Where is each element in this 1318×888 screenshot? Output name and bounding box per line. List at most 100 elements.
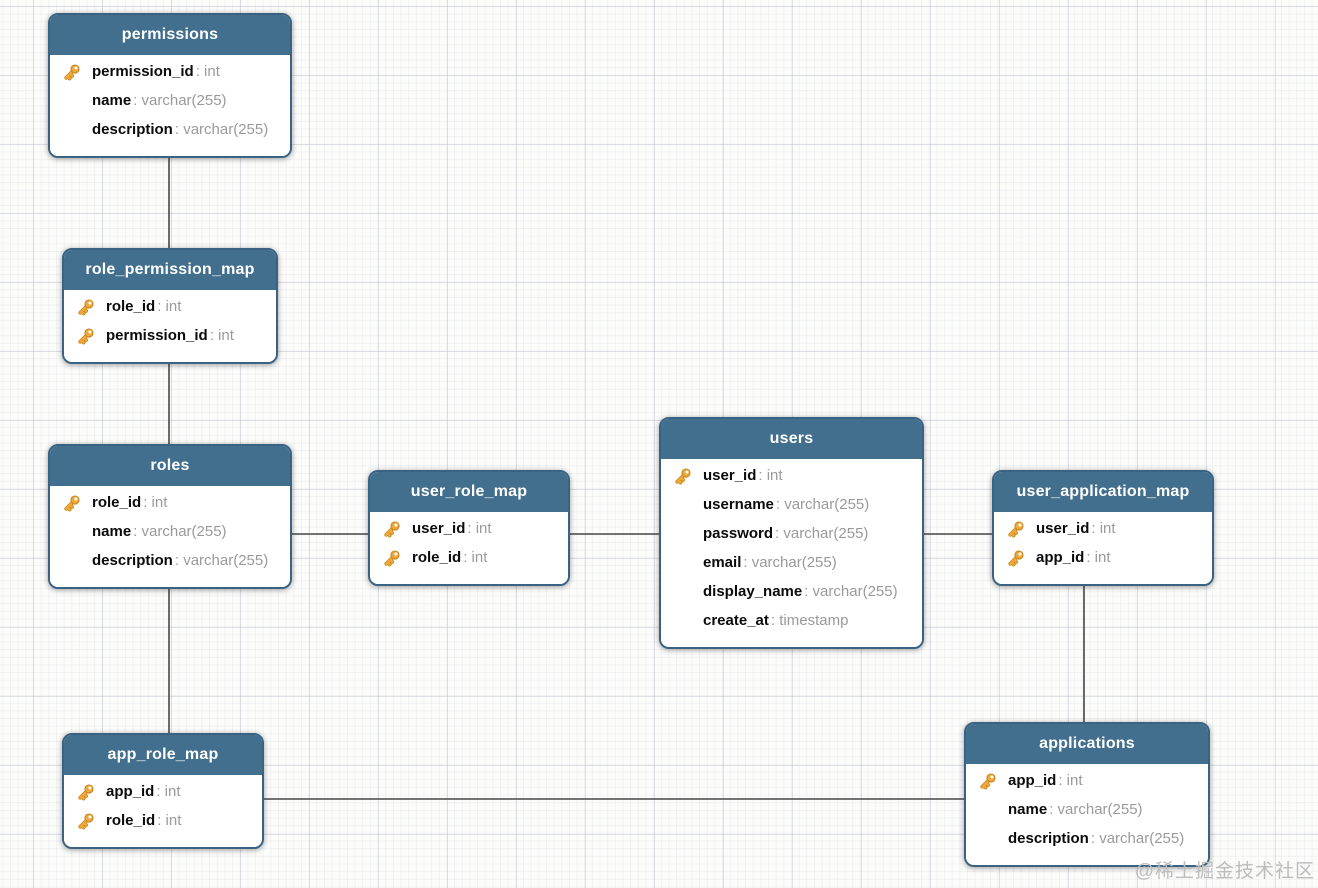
field-type: : int — [1058, 772, 1083, 789]
field-row[interactable]: username: varchar(255) — [661, 490, 922, 519]
field-row[interactable]: name: varchar(255) — [50, 517, 290, 546]
field-type: : int — [467, 520, 492, 537]
field-row[interactable]: password: varchar(255) — [661, 519, 922, 548]
field-type: : int — [463, 549, 488, 566]
primary-key-icon — [674, 467, 703, 485]
field-row[interactable]: description: varchar(255) — [50, 546, 290, 575]
field-name: role_id — [106, 812, 156, 829]
primary-key-icon — [383, 520, 412, 538]
table-header[interactable]: users — [661, 419, 922, 459]
table-body: app_id: int role_id: int — [64, 775, 262, 847]
field-name: app_id — [1008, 772, 1057, 789]
table-body: user_id: int role_id: int — [370, 512, 568, 584]
field-row[interactable]: permission_id: int — [64, 321, 276, 350]
field-row[interactable]: description: varchar(255) — [50, 115, 290, 144]
field-type: : int — [195, 63, 220, 80]
table-header[interactable]: permissions — [50, 15, 290, 55]
field-row[interactable]: description: varchar(255) — [966, 824, 1208, 853]
primary-key-icon — [77, 783, 106, 801]
field-type: : int — [758, 467, 783, 484]
field-row[interactable]: permission_id: int — [50, 57, 290, 86]
field-row[interactable]: display_name: varchar(255) — [661, 577, 922, 606]
field-name: app_id — [106, 783, 155, 800]
field-name: name — [92, 523, 132, 540]
field-row[interactable]: role_id: int — [64, 806, 262, 835]
field-type: : int — [1091, 520, 1116, 537]
field-row[interactable]: role_id: int — [370, 543, 568, 572]
field-type: : int — [143, 494, 168, 511]
table-header[interactable]: app_role_map — [64, 735, 262, 775]
field-type: : varchar(255) — [133, 92, 227, 109]
field-type: : varchar(255) — [1090, 830, 1185, 847]
field-name: display_name — [703, 583, 803, 600]
table-title: user_role_map — [410, 483, 528, 500]
table-header[interactable]: roles — [50, 446, 290, 486]
field-row[interactable]: app_id: int — [966, 766, 1208, 795]
table-body: permission_id: int name: varchar(255) desc… — [50, 55, 290, 156]
field-name: username — [703, 496, 774, 513]
field-type: : int — [209, 327, 234, 344]
watermark: @稀土掘金技术社区 — [1134, 861, 1315, 882]
primary-key-icon — [77, 327, 106, 345]
field-type: : varchar(255) — [133, 523, 227, 540]
field-name: role_id — [412, 549, 462, 566]
table-body: role_id: int name: varchar(255) descriptio… — [50, 486, 290, 587]
field-name: user_id — [412, 520, 466, 537]
table-body: app_id: int name: varchar(255) description… — [966, 764, 1208, 865]
field-name: description — [92, 121, 173, 138]
field-name: permission_id — [106, 327, 208, 344]
table-permissions[interactable]: permissions permission_id: int name: varc… — [48, 13, 292, 158]
field-name: user_id — [703, 467, 757, 484]
field-row[interactable]: app_id: int — [64, 777, 262, 806]
field-row[interactable]: user_id: int — [994, 514, 1212, 543]
field-row[interactable]: create_at: timestamp — [661, 606, 922, 635]
field-name: name — [1008, 801, 1048, 818]
table-header[interactable]: role_permission_map — [64, 250, 276, 290]
table-title: permissions — [121, 26, 219, 43]
table-body: user_id: int app_id: int — [994, 512, 1212, 584]
table-header[interactable]: applications — [966, 724, 1208, 764]
field-type: : varchar(255) — [775, 496, 870, 513]
table-title: app_role_map — [107, 746, 219, 763]
field-row[interactable]: email: varchar(255) — [661, 548, 922, 577]
table-user_application_map[interactable]: user_application_map user_id: int app_id:… — [992, 470, 1214, 586]
field-type: : int — [156, 783, 181, 800]
field-type: : varchar(255) — [743, 554, 837, 571]
field-row[interactable]: user_id: int — [370, 514, 568, 543]
field-type: : timestamp — [770, 612, 849, 629]
field-row[interactable]: name: varchar(255) — [966, 795, 1208, 824]
primary-key-icon — [1007, 549, 1036, 567]
table-body: role_id: int permission_id: int — [64, 290, 276, 362]
field-row[interactable]: role_id: int — [50, 488, 290, 517]
table-title: users — [769, 430, 814, 447]
table-title: role_permission_map — [85, 261, 255, 278]
table-header[interactable]: user_application_map — [994, 472, 1212, 512]
table-applications[interactable]: applications app_id: int name: varchar(25… — [964, 722, 1210, 867]
table-title: applications — [1039, 735, 1135, 752]
field-name: user_id — [1036, 520, 1090, 537]
field-type: : int — [157, 812, 182, 829]
field-row[interactable]: app_id: int — [994, 543, 1212, 572]
field-type: : varchar(255) — [174, 121, 269, 138]
field-name: email — [703, 554, 742, 571]
field-name: password — [703, 525, 774, 542]
primary-key-icon — [979, 772, 1008, 790]
field-row[interactable]: name: varchar(255) — [50, 86, 290, 115]
table-user_role_map[interactable]: user_role_map user_id: int role_id: int — [368, 470, 570, 586]
field-name: create_at — [703, 612, 769, 629]
field-type: : varchar(255) — [804, 583, 898, 600]
field-name: role_id — [106, 298, 156, 315]
field-row[interactable]: user_id: int — [661, 461, 922, 490]
table-roles[interactable]: roles role_id: int name: varchar(255) desc… — [48, 444, 292, 589]
table-body: user_id: int username: varchar(255) passwo… — [661, 459, 922, 647]
table-users[interactable]: users user_id: int username: varchar(255)… — [659, 417, 924, 649]
table-header[interactable]: user_role_map — [370, 472, 568, 512]
field-name: description — [92, 552, 173, 569]
table-title: user_application_map — [1016, 483, 1190, 500]
field-row[interactable]: role_id: int — [64, 292, 276, 321]
primary-key-icon — [77, 812, 106, 830]
table-role_permission_map[interactable]: role_permission_map role_id: int permissi… — [62, 248, 278, 364]
table-app_role_map[interactable]: app_role_map app_id: int role_id: int — [62, 733, 264, 849]
field-name: name — [92, 92, 132, 109]
field-name: role_id — [92, 494, 142, 511]
